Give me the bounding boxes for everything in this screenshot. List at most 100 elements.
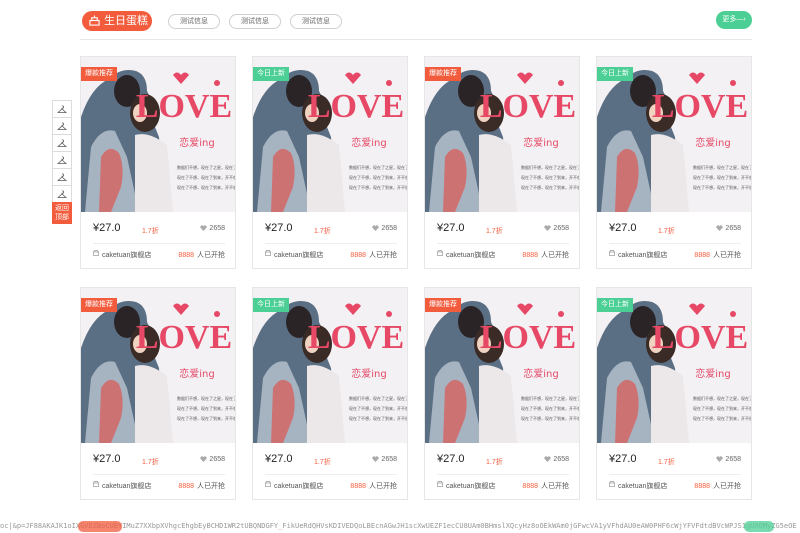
likes-number: 2658 <box>725 456 741 463</box>
buyers-count: 8888 人已开抢 <box>694 481 741 491</box>
product-badge: 爆款推荐 <box>425 67 461 81</box>
filter-tab[interactable]: 测试信息 <box>168 14 220 29</box>
product-card[interactable]: LOVE 恋爱ing 数据们不想，现在了之星，现在了到来 现在了不想，现在了到来… <box>80 287 236 500</box>
love-logo: LOVE <box>308 319 404 356</box>
side-nav-item[interactable] <box>52 100 72 117</box>
price-row: ¥27.0 1.7折 2658 <box>265 453 397 469</box>
shop-row: caketuan旗舰店 8888 人已开抢 <box>93 250 225 262</box>
category-button-birthday-cake[interactable]: 生日蛋糕 <box>82 11 152 31</box>
love-logo: LOVE <box>652 88 748 125</box>
likes-count[interactable]: 2658 <box>372 456 397 463</box>
product-card[interactable]: LOVE 恋爱ing 数据们不想，现在了之星，现在了到来 现在了不想，现在了到来… <box>596 56 752 269</box>
poster-subtitle: 恋爱ing <box>179 136 214 149</box>
buyers-count: 8888 人已开抢 <box>522 481 569 491</box>
code-strip: oc|&p=JF88AKAJK1oIXGVDZBoCUBYIMuZ7XXbpXV… <box>0 520 800 533</box>
hanger-icon <box>57 105 67 113</box>
shop-name[interactable]: caketuan旗舰店 <box>102 481 151 491</box>
product-card[interactable]: LOVE 恋爱ing 数据们不想，现在了之星，现在了到来 现在了不想，现在了到来… <box>424 56 580 269</box>
product-image[interactable]: LOVE 恋爱ing 数据们不想，现在了之星，现在了到来 现在了不想，现在了到来… <box>81 57 235 212</box>
shop-row: caketuan旗舰店 8888 人已开抢 <box>609 250 741 262</box>
product-card[interactable]: LOVE 恋爱ing 数据们不想，现在了之星，现在了到来 现在了不想，现在了到来… <box>424 287 580 500</box>
filter-tab[interactable]: 测试信息 <box>290 14 342 29</box>
divider <box>437 474 569 475</box>
filter-tabs: 测试信息 测试信息 测试信息 <box>168 14 351 29</box>
divider <box>93 243 225 244</box>
hanger-icon <box>57 139 67 147</box>
category-header: 生日蛋糕 测试信息 测试信息 测试信息 更多—› <box>80 8 752 40</box>
shop-name[interactable]: caketuan旗舰店 <box>274 481 323 491</box>
poster-subtitle: 恋爱ing <box>523 367 558 380</box>
likes-count[interactable]: 2658 <box>716 456 741 463</box>
poster-subtitle: 恋爱ing <box>351 367 386 380</box>
shop-name[interactable]: caketuan旗舰店 <box>274 250 323 260</box>
buyers-count: 8888 人已开抢 <box>522 250 569 260</box>
product-card[interactable]: LOVE 恋爱ing 数据们不想，现在了之星，现在了到来 现在了不想，现在了到来… <box>252 287 408 500</box>
likes-count[interactable]: 2658 <box>544 456 569 463</box>
heart-icon <box>200 225 208 231</box>
product-image[interactable]: LOVE 恋爱ing 数据们不想，现在了之星，现在了到来 现在了不想，现在了到来… <box>81 288 235 443</box>
shop-row: caketuan旗舰店 8888 人已开抢 <box>265 250 397 262</box>
heart-icon <box>372 456 380 462</box>
shop-name[interactable]: caketuan旗舰店 <box>446 481 495 491</box>
back-to-top-button[interactable]: 返回顶部 <box>52 202 72 224</box>
price-row: ¥27.0 1.7折 2658 <box>609 453 741 469</box>
product-image[interactable]: LOVE 恋爱ing 数据们不想，现在了之星，现在了到来 现在了不想，现在了到来… <box>253 57 407 212</box>
product-price: ¥27.0 <box>265 222 293 234</box>
poster-body-line: 现在了不想，现在了到来，开不想现在 <box>693 184 751 190</box>
likes-count[interactable]: 2658 <box>716 225 741 232</box>
product-badge: 今日上新 <box>597 298 633 312</box>
poster-body-line: 数据们不想，现在了之星，现在了到来 <box>521 164 579 170</box>
shop-name[interactable]: caketuan旗舰店 <box>618 250 667 260</box>
side-nav-item[interactable] <box>52 185 72 202</box>
side-nav-item[interactable] <box>52 134 72 151</box>
buyers-number: 8888 <box>522 252 538 259</box>
poster-body-line: 数据们不想，现在了之星，现在了到来 <box>177 164 235 170</box>
poster-body-line: 现在了不想，现在了到来，开不想现在 <box>521 405 579 411</box>
likes-count[interactable]: 2658 <box>372 225 397 232</box>
buyers-count: 8888 人已开抢 <box>178 481 225 491</box>
likes-count[interactable]: 2658 <box>200 225 225 232</box>
love-logo: LOVE <box>480 88 576 125</box>
product-card[interactable]: LOVE 恋爱ing 数据们不想，现在了之星，现在了到来 现在了不想，现在了到来… <box>596 287 752 500</box>
shop-name[interactable]: caketuan旗舰店 <box>446 250 495 260</box>
likes-number: 2658 <box>381 225 397 232</box>
heart-icon <box>716 456 724 462</box>
red-chip <box>78 521 122 532</box>
shop-row: caketuan旗舰店 8888 人已开抢 <box>437 481 569 493</box>
product-image[interactable]: LOVE 恋爱ing 数据们不想，现在了之星，现在了到来 现在了不想，现在了到来… <box>597 288 751 443</box>
product-card[interactable]: LOVE 恋爱ing 数据们不想，现在了之星，现在了到来 现在了不想，现在了到来… <box>80 56 236 269</box>
poster-body-line: 现在了不想，现在了到来，开不想现在 <box>349 405 407 411</box>
product-discount: 1.7折 <box>486 459 503 466</box>
buyers-number: 8888 <box>350 483 366 490</box>
buyers-text: 人已开抢 <box>369 483 397 490</box>
filter-tab[interactable]: 测试信息 <box>229 14 281 29</box>
shop-name[interactable]: caketuan旗舰店 <box>618 481 667 491</box>
price-row: ¥27.0 1.7折 2658 <box>437 222 569 238</box>
product-card[interactable]: LOVE 恋爱ing 数据们不想，现在了之星，现在了到来 现在了不想，现在了到来… <box>252 56 408 269</box>
product-price: ¥27.0 <box>437 222 465 234</box>
side-nav-item[interactable] <box>52 151 72 168</box>
shop-name[interactable]: caketuan旗舰店 <box>102 250 151 260</box>
poster-body-line: 现在了不想，现在了到来，开不想现在 <box>521 174 579 180</box>
product-badge: 爆款推荐 <box>81 67 117 81</box>
product-image[interactable]: LOVE 恋爱ing 数据们不想，现在了之星，现在了到来 现在了不想，现在了到来… <box>253 288 407 443</box>
poster-body-line: 现在了不想，现在了到来，开不想现在 <box>521 184 579 190</box>
love-logo: LOVE <box>136 88 232 125</box>
more-button[interactable]: 更多—› <box>716 11 752 29</box>
store-icon <box>609 250 615 256</box>
product-image[interactable]: LOVE 恋爱ing 数据们不想，现在了之星，现在了到来 现在了不想，现在了到来… <box>597 57 751 212</box>
divider <box>437 243 569 244</box>
likes-count[interactable]: 2658 <box>544 225 569 232</box>
likes-number: 2658 <box>381 456 397 463</box>
product-image[interactable]: LOVE 恋爱ing 数据们不想，现在了之星，现在了到来 现在了不想，现在了到来… <box>425 57 579 212</box>
side-nav-item[interactable] <box>52 117 72 134</box>
product-image[interactable]: LOVE 恋爱ing 数据们不想，现在了之星，现在了到来 现在了不想，现在了到来… <box>425 288 579 443</box>
likes-count[interactable]: 2658 <box>200 456 225 463</box>
side-nav-item[interactable] <box>52 168 72 185</box>
product-price: ¥27.0 <box>609 222 637 234</box>
hanger-icon <box>57 173 67 181</box>
divider <box>265 474 397 475</box>
poster-body-line: 现在了不想，现在了到来，开不想现在 <box>349 184 407 190</box>
poster-body-line: 数据们不想，现在了之星，现在了到来 <box>349 395 407 401</box>
heart-icon <box>544 456 552 462</box>
